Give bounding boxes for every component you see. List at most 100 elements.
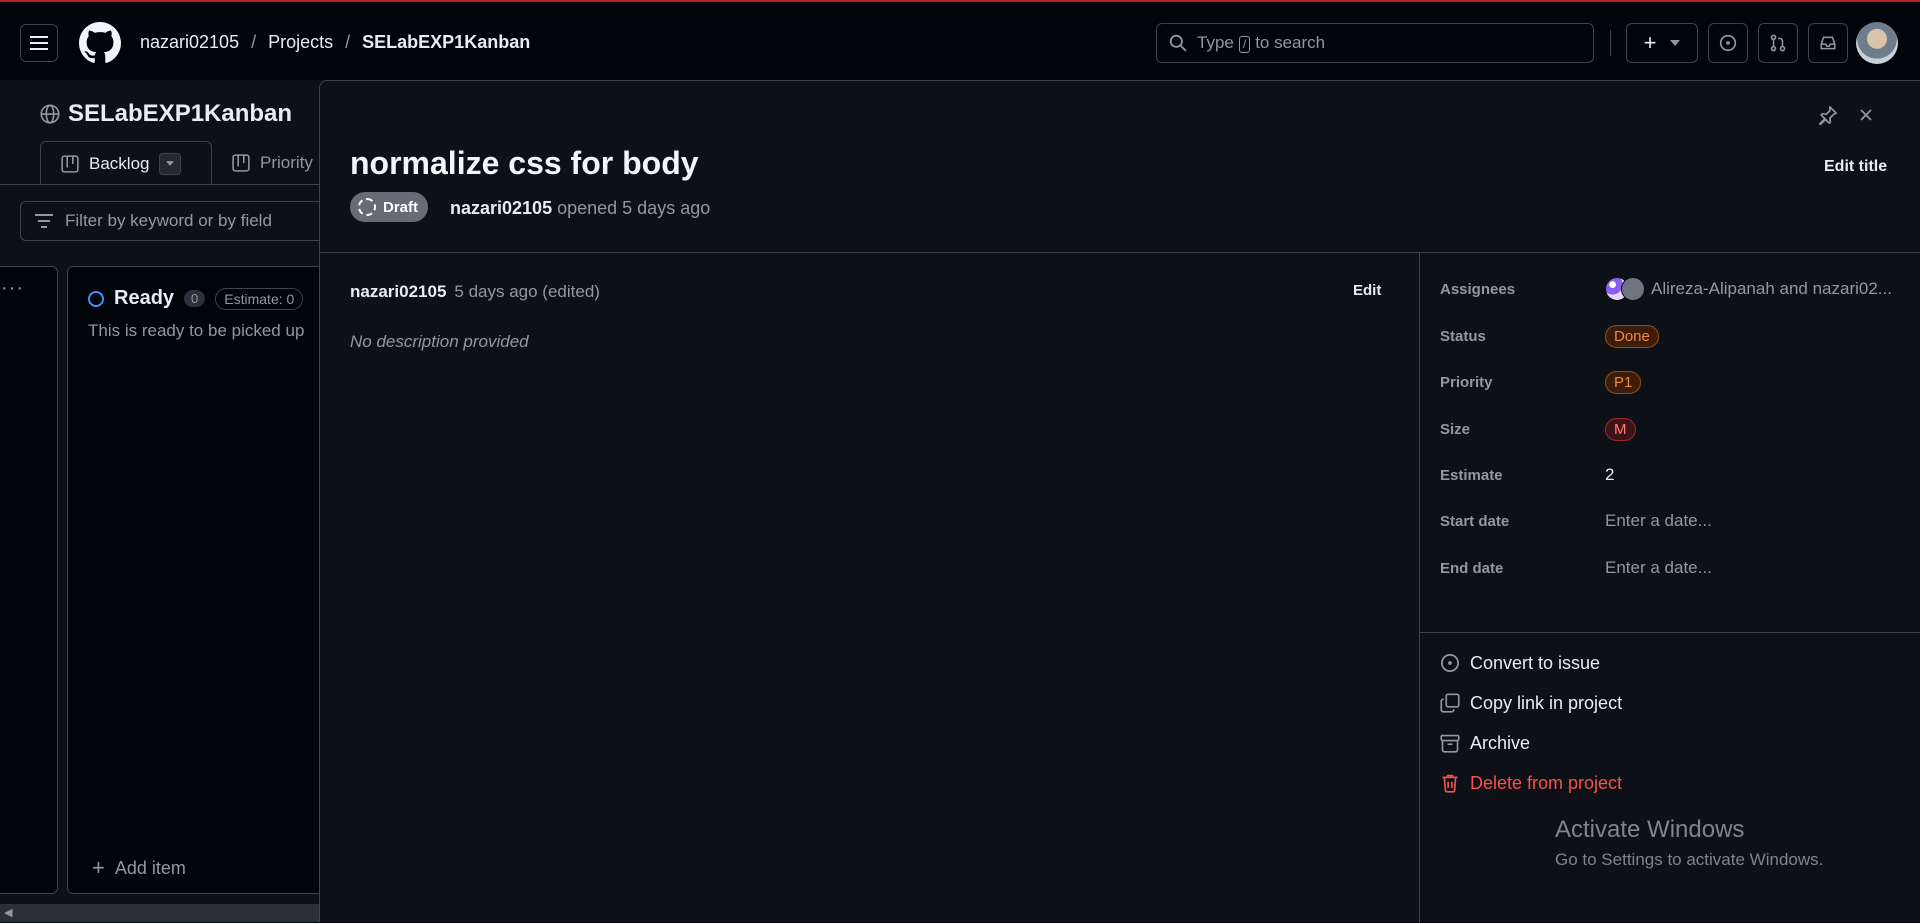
item-title: normalize css for body (350, 145, 699, 181)
opened-text: opened 5 days ago (557, 198, 711, 218)
delete-from-project-button[interactable]: Delete from project (1440, 768, 1622, 798)
tab-label: Priority (260, 153, 313, 172)
issue-opened-icon (1441, 654, 1459, 672)
field-label: Priority (1440, 373, 1493, 391)
archive-button[interactable]: Archive (1440, 728, 1530, 758)
field-label: Assignees (1440, 280, 1516, 298)
field-value[interactable]: P1 (1605, 370, 1642, 394)
status-badge: Done (1605, 324, 1659, 348)
action-label: Delete from project (1470, 772, 1623, 793)
table-icon (61, 154, 79, 173)
field-priority[interactable]: Priority P1 (1440, 367, 1910, 397)
filter-icon (35, 214, 53, 228)
field-value[interactable]: Enter a date... (1605, 511, 1712, 531)
comment-header: nazari02105 5 days ago (edited) (350, 282, 600, 302)
divider (1419, 253, 1420, 923)
trash-icon (1442, 774, 1458, 793)
field-end-date[interactable]: End date Enter a date... (1440, 553, 1910, 583)
draft-badge: Draft (350, 192, 429, 222)
tab-label: Backlog (89, 153, 150, 173)
search-placeholder-prefix: Type (1197, 33, 1234, 52)
inbox-button[interactable] (1808, 23, 1848, 63)
windows-activation-watermark: Activate Windows Go to Settings to activ… (1555, 816, 1823, 870)
column-description: This is ready to be picked up (88, 321, 305, 340)
tab-priority[interactable]: Priority (232, 141, 313, 185)
field-start-date[interactable]: Start date Enter a date... (1440, 506, 1910, 536)
git-pull-request-icon (1770, 34, 1786, 52)
status-circle-icon (88, 290, 104, 307)
close-icon (1860, 109, 1872, 121)
opened-info: nazari02105 opened 5 days ago (450, 198, 710, 219)
avatar (1621, 277, 1645, 301)
comment-author[interactable]: nazari02105 (350, 282, 446, 301)
search-shortcut-key: / (1238, 36, 1251, 53)
filter-placeholder: Filter by keyword or by field (65, 211, 272, 230)
horizontal-scrollbar[interactable]: ◀ (0, 904, 330, 922)
pin-button[interactable] (1818, 105, 1838, 130)
field-label: Start date (1440, 512, 1510, 530)
field-size[interactable]: Size M (1440, 414, 1910, 444)
field-value[interactable]: Done (1605, 324, 1659, 348)
issues-button[interactable] (1708, 23, 1748, 63)
scroll-left-arrow-icon[interactable]: ◀ (4, 906, 12, 919)
create-new-button[interactable]: + (1626, 23, 1698, 63)
field-assignees[interactable]: Assignees Alireza-Alipanah and nazari02.… (1440, 274, 1910, 304)
field-value[interactable]: Alireza-Alipanah and nazari02... (1605, 277, 1892, 301)
project-title-text[interactable]: SELabEXP1Kanban (68, 100, 292, 128)
field-label: Estimate (1440, 466, 1503, 484)
menu-button[interactable] (20, 24, 58, 62)
issue-opened-icon (1719, 34, 1737, 52)
search-placeholder-suffix: to search (1255, 33, 1326, 52)
breadcrumb-projects[interactable]: Projects (268, 32, 333, 53)
close-button[interactable] (1858, 103, 1874, 129)
field-value[interactable]: M (1605, 417, 1636, 441)
column-header: Ready 0 Estimate: 0 (88, 287, 304, 310)
search-input[interactable]: Type / to search (1156, 23, 1594, 63)
column-estimate: Estimate: 0 (215, 287, 304, 310)
priority-badge: P1 (1605, 370, 1642, 394)
tab-options-button[interactable] (159, 152, 182, 175)
copy-icon (1440, 693, 1460, 713)
watermark-title: Activate Windows (1555, 816, 1745, 843)
field-estimate[interactable]: Estimate 2 (1440, 460, 1910, 490)
inbox-icon (1820, 36, 1836, 50)
pull-requests-button[interactable] (1758, 23, 1798, 63)
search-icon (1169, 34, 1187, 52)
plus-icon: + (1643, 30, 1657, 55)
project-title: SELabEXP1Kanban (40, 100, 292, 128)
assignees-text: Alireza-Alipanah and nazari02... (1651, 279, 1892, 298)
github-logo-icon[interactable] (79, 22, 121, 69)
breadcrumb-separator: / (251, 32, 257, 52)
draft-icon (358, 198, 376, 216)
edit-comment-button[interactable]: Edit (1353, 282, 1381, 299)
divider (320, 252, 1920, 253)
draft-badge-label: Draft (383, 198, 419, 216)
add-item-button[interactable]: + Add item (92, 855, 186, 881)
divider (1610, 30, 1611, 56)
breadcrumb-owner[interactable]: nazari02105 (140, 32, 239, 53)
copy-link-button[interactable]: Copy link in project (1440, 688, 1622, 718)
kebab-horizontal-icon[interactable]: ··· (1, 277, 24, 300)
breadcrumb: nazari02105 / Projects / SELabEXP1Kanban (140, 32, 530, 53)
convert-to-issue-button[interactable]: Convert to issue (1440, 648, 1600, 678)
field-value[interactable]: Enter a date... (1605, 558, 1712, 578)
field-label: End date (1440, 559, 1504, 577)
item-side-panel: normalize css for body Edit title Draft … (319, 80, 1920, 923)
divider (1420, 632, 1920, 633)
field-value[interactable]: 2 (1605, 465, 1614, 485)
tab-backlog[interactable]: Backlog (40, 141, 212, 185)
user-avatar[interactable] (1856, 22, 1898, 64)
field-label: Size (1440, 420, 1471, 438)
opened-by-user[interactable]: nazari02105 (450, 198, 552, 218)
divider (0, 184, 330, 185)
comment-meta: 5 days ago (edited) (454, 282, 600, 301)
field-status[interactable]: Status Done (1440, 321, 1910, 351)
add-item-label: Add item (114, 857, 186, 878)
filter-input[interactable]: Filter by keyword or by field (20, 201, 340, 241)
top-bar: nazari02105 / Projects / SELabEXP1Kanban… (0, 0, 1920, 80)
column-count: 0 (184, 290, 206, 307)
table-icon (232, 154, 250, 172)
breadcrumb-project[interactable]: SELabEXP1Kanban (362, 32, 530, 53)
column-name: Ready (114, 287, 175, 309)
edit-title-button[interactable]: Edit title (1824, 158, 1887, 176)
